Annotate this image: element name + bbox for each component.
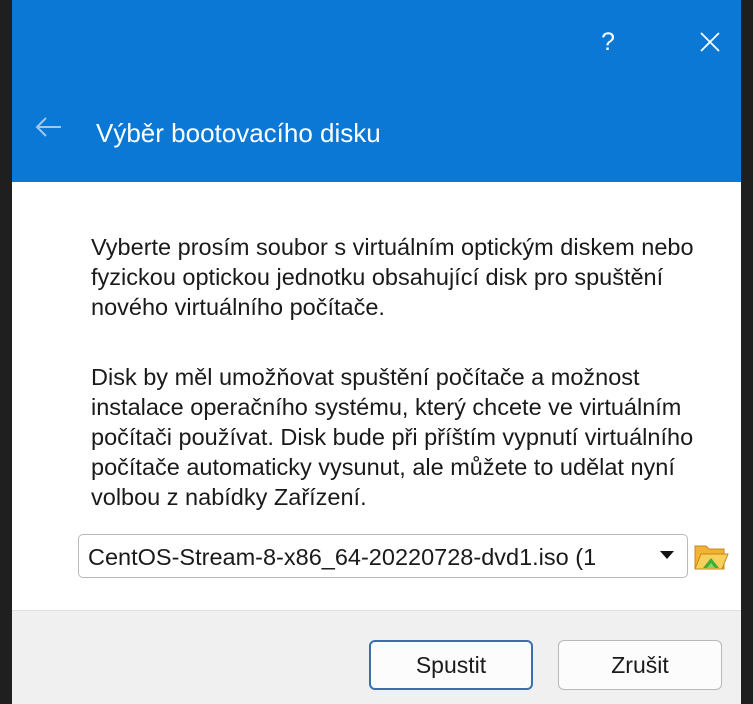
choose-disk-file-button[interactable] [692,538,730,576]
help-button[interactable]: ? [588,22,628,62]
cancel-button[interactable]: Zrušit [558,640,722,690]
folder-open-icon [694,545,729,570]
close-button[interactable] [690,22,730,62]
close-icon [700,32,720,52]
description-paragraph-1: Vyberte prosím soubor s virtuálním optic… [91,234,694,320]
arrow-left-icon [35,117,61,137]
start-button[interactable]: Spustit [369,640,533,690]
dialog-title: Výběr bootovacího disku [96,118,381,148]
back-button[interactable] [34,112,64,142]
boot-disk-dialog: ? Výběr bootovacího disku Vyberte prosím… [12,0,741,704]
disk-select-dropdown[interactable]: CentOS-Stream-8-x86_64-20220728-dvd1.iso… [78,534,688,578]
help-icon: ? [601,28,615,56]
dialog-header: ? Výběr bootovacího disku [12,0,741,182]
dialog-footer: Spustit Zrušit [12,610,741,704]
disk-select-value: CentOS-Stream-8-x86_64-20220728-dvd1.iso… [88,544,597,570]
chevron-down-icon [660,551,674,559]
description-paragraph-2: Disk by měl umožňovat spuštění počítače … [91,364,694,510]
